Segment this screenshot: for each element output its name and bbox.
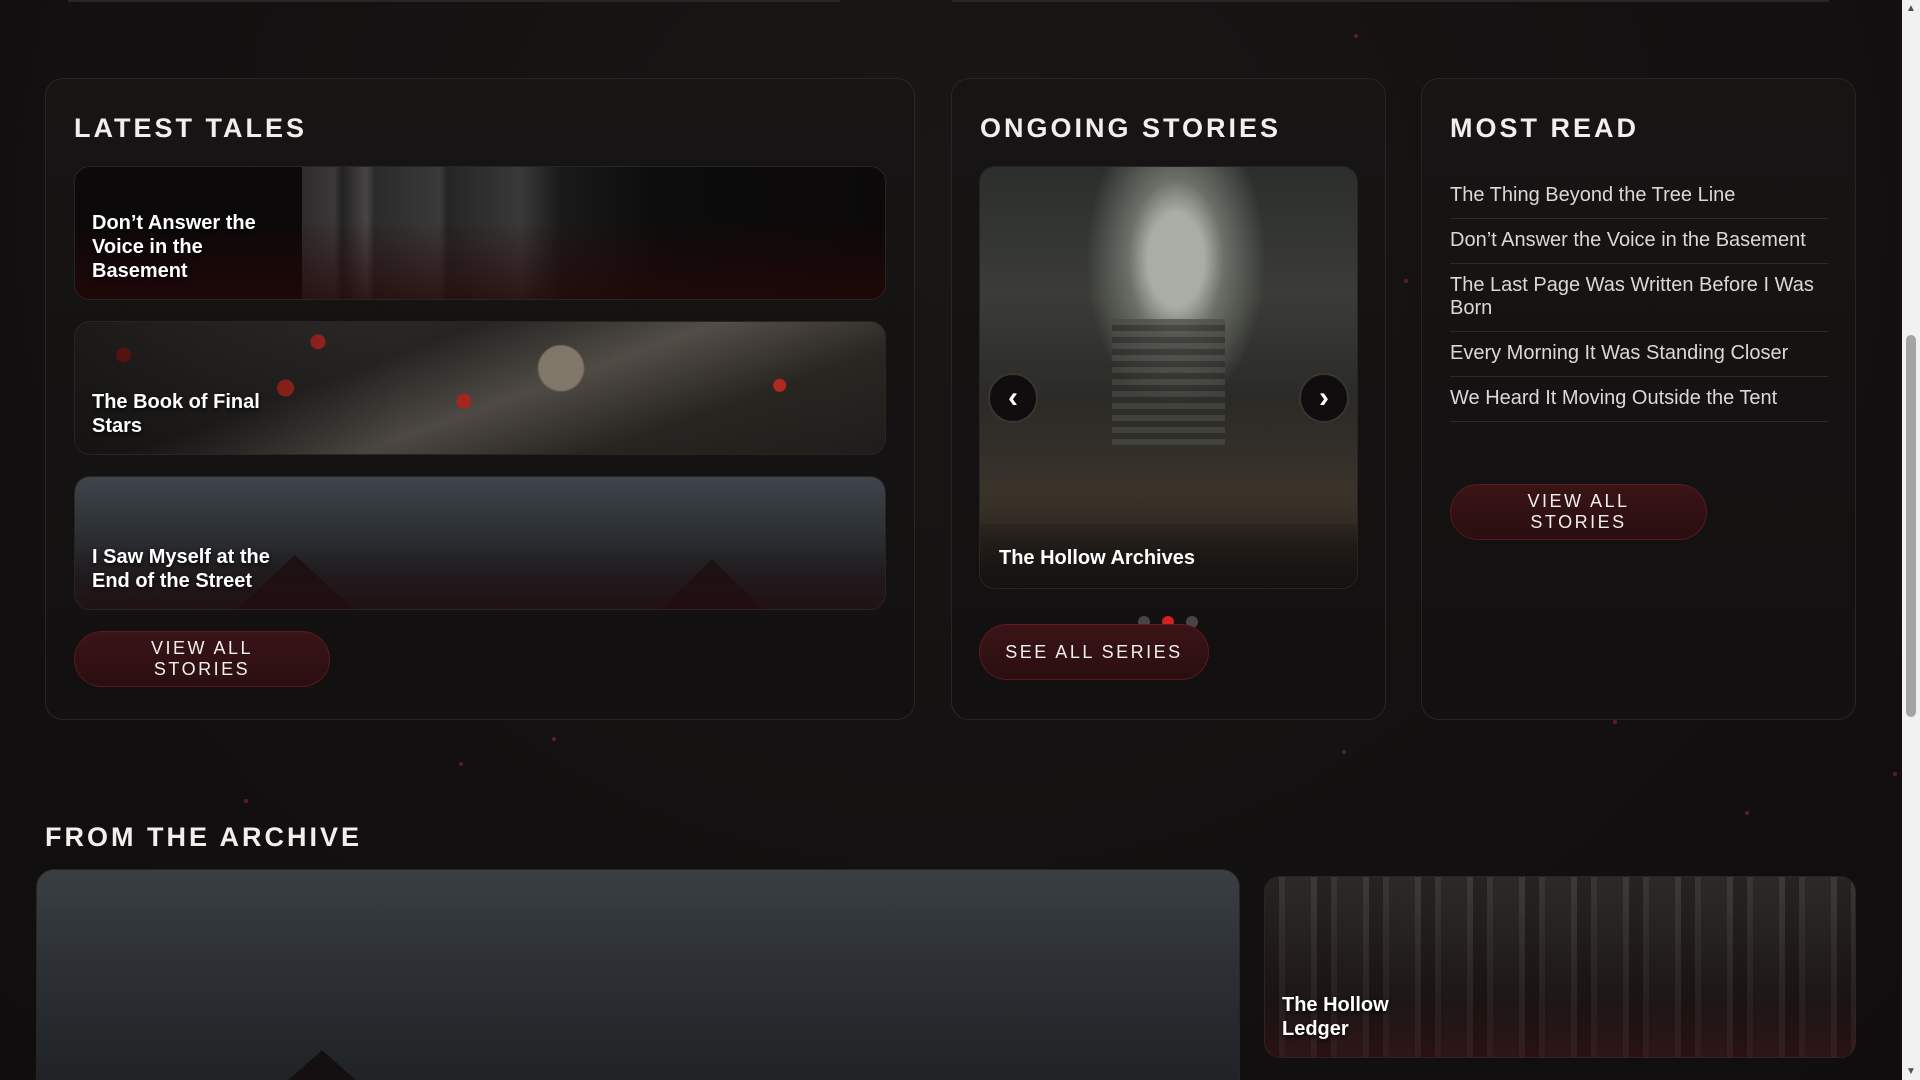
archive-card-title: The Hollow Ledger <box>1282 994 1389 1040</box>
page-scrollbar[interactable]: ▲ ▼ <box>1902 0 1920 1080</box>
latest-tales-panel: LATEST TALES Don’t Answer the Voice in t… <box>45 78 915 720</box>
archive-featured-card[interactable] <box>36 869 1240 1080</box>
view-all-stories-button[interactable]: VIEW ALL STORIES <box>74 631 330 687</box>
tale-card[interactable]: The Book of Final Stars <box>74 321 886 455</box>
most-read-item[interactable]: Don’t Answer the Voice in the Basement <box>1450 219 1828 264</box>
tale-card[interactable]: I Saw Myself at the End of the Street <box>74 476 886 610</box>
most-read-panel: MOST READ The Thing Beyond the Tree Line… <box>1421 78 1856 720</box>
decor-speck <box>552 737 556 741</box>
decor-speck <box>1893 772 1897 776</box>
scroll-up-arrow-icon[interactable]: ▲ <box>1902 0 1920 17</box>
scroll-down-arrow-icon[interactable]: ▼ <box>1902 1063 1920 1080</box>
most-read-list: The Thing Beyond the Tree Line Don’t Ans… <box>1450 174 1828 422</box>
decor-speck <box>1342 750 1346 754</box>
decor-speck <box>1404 279 1408 283</box>
decor-speck <box>244 799 248 803</box>
decor-speck <box>459 762 463 766</box>
archive-heading: FROM THE ARCHIVE <box>45 822 362 852</box>
series-carousel[interactable]: The Hollow Archives ‹ › <box>979 166 1358 589</box>
scrollbar-thumb[interactable] <box>1906 335 1916 717</box>
most-read-item[interactable]: We Heard It Moving Outside the Tent <box>1450 377 1828 422</box>
see-all-series-button[interactable]: SEE ALL SERIES <box>979 624 1209 680</box>
roof-silhouette <box>277 1050 367 1080</box>
carousel-prev-button[interactable]: ‹ <box>988 373 1038 423</box>
decor-speck <box>1354 34 1358 38</box>
roof-silhouette <box>660 559 764 609</box>
ongoing-stories-heading: ONGOING STORIES <box>980 113 1282 143</box>
top-divider <box>68 0 840 2</box>
top-divider <box>952 0 1829 2</box>
view-all-stories-button[interactable]: VIEW ALL STORIES <box>1450 484 1707 540</box>
page: LATEST TALES Don’t Answer the Voice in t… <box>0 0 1902 1080</box>
tale-card-title: The Book of Final Stars <box>92 391 260 437</box>
carousel-slide-stairs <box>1111 318 1226 445</box>
tale-card-title: Don’t Answer the Voice in the Basement <box>92 212 256 282</box>
decor-speck <box>1613 720 1617 724</box>
latest-tales-heading: LATEST TALES <box>74 113 307 143</box>
most-read-item[interactable]: Every Morning It Was Standing Closer <box>1450 332 1828 377</box>
decor-speck <box>1745 811 1749 815</box>
ongoing-stories-panel: ONGOING STORIES The Hollow Archives ‹ › … <box>951 78 1386 720</box>
tale-card[interactable]: Don’t Answer the Voice in the Basement <box>74 166 886 300</box>
archive-card[interactable]: The Hollow Ledger <box>1264 876 1856 1058</box>
carousel-slide-title: The Hollow Archives <box>999 547 1195 569</box>
carousel-next-button[interactable]: › <box>1299 373 1349 423</box>
most-read-item[interactable]: The Thing Beyond the Tree Line <box>1450 174 1828 219</box>
tale-card-title: I Saw Myself at the End of the Street <box>92 546 270 592</box>
most-read-item[interactable]: The Last Page Was Written Before I Was B… <box>1450 264 1828 332</box>
most-read-heading: MOST READ <box>1450 113 1639 143</box>
